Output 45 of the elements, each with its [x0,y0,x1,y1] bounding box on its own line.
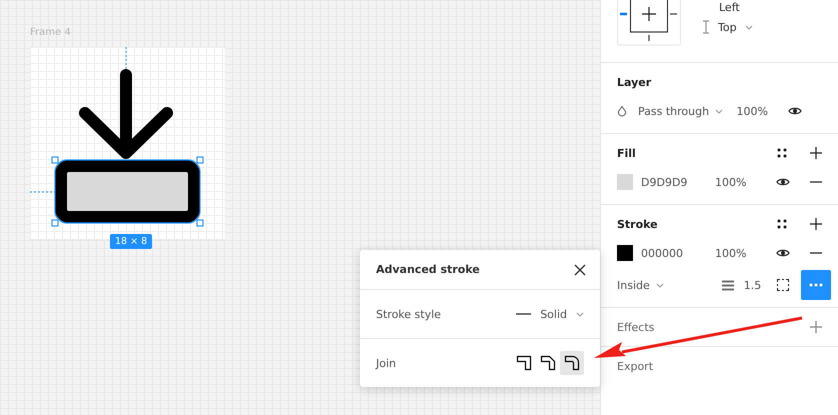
join-label: Join [376,356,396,370]
size-badge: 18 × 8 [110,234,152,249]
opacity-value[interactable]: 100% [715,246,746,260]
stroke-style-label: Stroke style [376,308,441,320]
vertical-constraint-dropdown[interactable]: Top [699,20,753,34]
section-title: Effects [617,320,654,334]
opacity-value[interactable]: 100% [715,176,746,188]
individual-strokes-icon[interactable] [777,279,789,291]
styles-icon[interactable] [777,219,787,229]
minus-icon[interactable] [810,181,822,183]
popup-title: Advanced stroke [376,263,480,276]
chevron-down-icon [576,312,584,316]
section-title: Fill [617,146,636,160]
drop-icon [617,105,627,117]
constraints-widget[interactable] [617,0,681,46]
eye-icon[interactable] [776,177,790,187]
horizontal-constraint-dropdown[interactable]: Left [699,1,753,14]
plus-icon[interactable] [810,147,822,159]
color-swatch[interactable] [617,245,633,261]
section-title: Stroke [617,218,658,230]
stroke-weight-icon [722,280,734,290]
hex-value[interactable]: D9D9D9 [641,176,715,188]
styles-icon[interactable] [777,148,787,158]
blend-mode-dropdown[interactable]: Pass through [638,104,724,118]
stroke-position-dropdown[interactable]: Inside [617,278,664,292]
plus-icon[interactable] [810,218,822,230]
eye-icon[interactable] [776,248,790,258]
color-swatch[interactable] [617,174,633,190]
opacity-value[interactable]: 100% [736,104,768,118]
section-title: Export [617,360,654,372]
round-join-button[interactable] [560,351,584,375]
minus-icon[interactable] [810,252,822,254]
more-options-button[interactable] [801,270,831,300]
more-icon [809,283,823,287]
section-title: Layer [617,76,652,88]
vertical-constraint-icon [702,20,710,34]
chevron-down-icon [715,108,724,114]
chevron-down-icon [744,24,753,30]
stroke-weight-value[interactable]: 1.5 [744,278,762,292]
stroke-style-dropdown[interactable]: Solid [516,308,584,320]
hex-value[interactable]: 000000 [641,246,715,260]
chevron-down-icon [656,282,664,288]
close-icon[interactable] [574,264,586,276]
solid-line-icon [516,313,532,315]
eye-icon[interactable] [788,106,802,116]
